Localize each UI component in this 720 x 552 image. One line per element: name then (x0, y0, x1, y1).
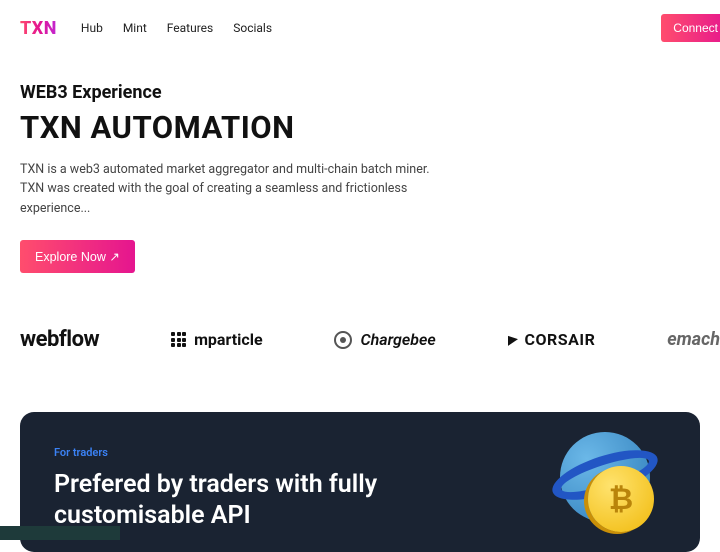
corsair-label: CORSAIR (525, 330, 596, 349)
bitcoin-coin-icon: ₿ (588, 466, 654, 532)
mparticle-icon (171, 332, 186, 347)
globe-graphic: ₿ (550, 422, 660, 532)
brand-corsair: CORSAIR (508, 330, 596, 349)
hero-description: TXN is a web3 automated market aggregato… (20, 160, 450, 218)
brand-webflow: webflow (20, 327, 99, 352)
hero-eyebrow: WEB3 Experience (20, 82, 500, 103)
brand-emach: emach (667, 329, 720, 350)
connect-button[interactable]: Connect (661, 14, 720, 42)
nav-link-mint[interactable]: Mint (123, 21, 147, 35)
bottom-overlay-bar (0, 526, 120, 540)
hero-headline: TXN AUTOMATION (20, 109, 500, 146)
nav-link-hub[interactable]: Hub (81, 21, 103, 35)
logo[interactable]: TXN (20, 18, 57, 39)
chargebee-label: Chargebee (360, 330, 435, 349)
mparticle-label: mparticle (194, 330, 263, 349)
brand-chargebee: Chargebee (334, 330, 435, 349)
corsair-icon (508, 334, 518, 346)
traders-panel: For traders Prefered by traders with ful… (20, 412, 700, 552)
explore-button[interactable]: Explore Now ↗ (20, 240, 135, 273)
partner-logos-row: webflow mparticle Chargebee CORSAIR emac… (0, 293, 720, 412)
panel-title: Prefered by traders with fully customisa… (54, 469, 434, 532)
nav-links: Hub Mint Features Socials (81, 21, 661, 35)
chargebee-icon (334, 331, 352, 349)
hero-section: WEB3 Experience TXN AUTOMATION TXN is a … (0, 52, 520, 293)
nav-link-features[interactable]: Features (167, 21, 213, 35)
nav-link-socials[interactable]: Socials (233, 21, 272, 35)
top-nav: TXN Hub Mint Features Socials Connect (0, 0, 720, 52)
brand-mparticle: mparticle (171, 330, 263, 349)
